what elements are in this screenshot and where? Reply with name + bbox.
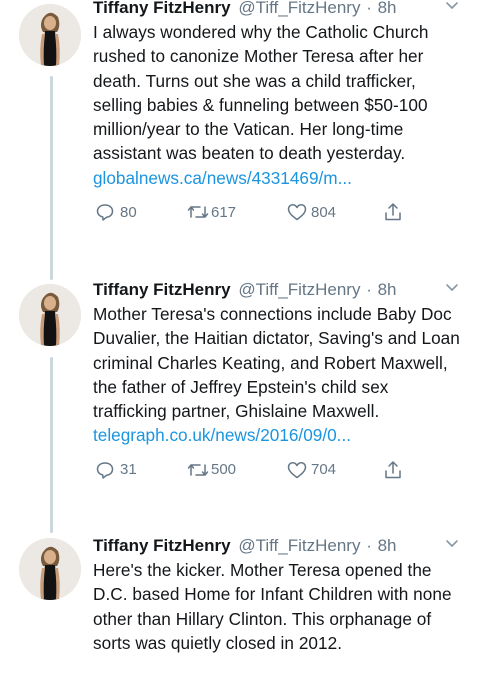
profile-photo <box>19 284 81 346</box>
retweet-icon <box>187 206 209 218</box>
profile-photo <box>19 4 81 66</box>
thread-line <box>50 357 53 533</box>
tweet-actions: 80 617 804 <box>93 200 465 224</box>
separator-dot: · <box>366 280 372 299</box>
like-count: 804 <box>311 203 337 221</box>
separator-dot: · <box>366 0 372 17</box>
share-button[interactable] <box>383 458 403 482</box>
like-count: 704 <box>311 461 337 479</box>
avatar[interactable] <box>19 284 81 346</box>
chevron-down-icon[interactable] <box>445 280 459 294</box>
retweet-count: 500 <box>211 461 237 479</box>
retweet-button[interactable]: 500 <box>187 458 236 482</box>
tweet-header: Tiffany FitzHenry @Tiff_FitzHenry · 8h <box>93 0 465 20</box>
reply-icon <box>96 204 114 221</box>
share-icon <box>385 203 401 221</box>
chevron-down-icon[interactable] <box>445 536 459 550</box>
tweet-actions: 31 500 704 <box>93 458 465 482</box>
like-button[interactable]: 804 <box>286 200 336 224</box>
tweet-time[interactable]: 8h <box>378 280 397 299</box>
reply-count: 80 <box>120 203 137 221</box>
author-handle[interactable]: @Tiff_FitzHenry <box>238 0 360 17</box>
share-button[interactable] <box>383 200 403 224</box>
reply-icon <box>96 462 114 479</box>
reply-button[interactable]: 31 <box>95 458 137 482</box>
share-icon <box>385 461 401 479</box>
avatar[interactable] <box>19 4 81 66</box>
tweet-time[interactable]: 8h <box>378 536 397 555</box>
tweet-time[interactable]: 8h <box>378 0 397 17</box>
avatar[interactable] <box>19 538 81 600</box>
tweet-header: Tiffany FitzHenry @Tiff_FitzHenry · 8h <box>93 534 465 558</box>
author-handle[interactable]: @Tiff_FitzHenry <box>238 280 360 299</box>
author-name[interactable]: Tiffany FitzHenry <box>93 536 231 555</box>
tweet-text: Mother Teresa's connections include Baby… <box>93 304 460 422</box>
retweet-count: 617 <box>211 203 237 221</box>
reply-count: 31 <box>120 461 137 479</box>
profile-photo <box>19 538 81 600</box>
tweet-link[interactable]: globalnews.ca/news/4331469/m... <box>93 166 465 190</box>
retweet-icon <box>187 464 209 476</box>
tweet-text: Here's the kicker. Mother Teresa opened … <box>93 560 452 653</box>
author-name[interactable]: Tiffany FitzHenry <box>93 280 231 299</box>
reply-button[interactable]: 80 <box>95 200 137 224</box>
like-button[interactable]: 704 <box>286 458 336 482</box>
heart-icon <box>287 461 307 479</box>
thread-line <box>50 76 53 280</box>
author-handle[interactable]: @Tiff_FitzHenry <box>238 536 360 555</box>
tweet-text: I always wondered why the Catholic Churc… <box>93 22 429 164</box>
chevron-down-icon[interactable] <box>445 0 459 12</box>
tweet-link[interactable]: telegraph.co.uk/news/2016/09/0... <box>93 423 465 447</box>
retweet-button[interactable]: 617 <box>187 200 236 224</box>
separator-dot: · <box>366 536 372 555</box>
heart-icon <box>287 204 307 221</box>
tweet-header: Tiffany FitzHenry @Tiff_FitzHenry · 8h <box>93 278 465 302</box>
author-name[interactable]: Tiffany FitzHenry <box>93 0 231 17</box>
